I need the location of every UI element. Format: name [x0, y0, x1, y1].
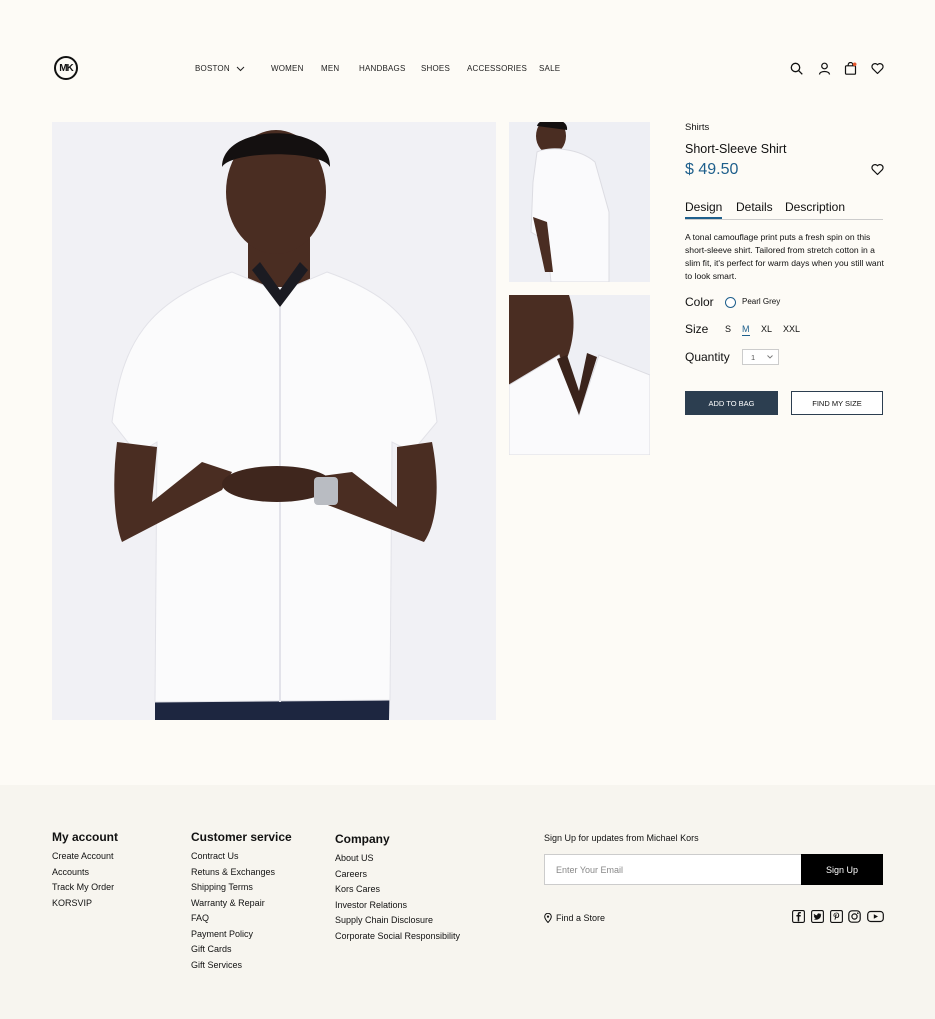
footer-company: Company About US Careers Kors Cares Inve…	[335, 832, 460, 946]
product-price: $ 49.50	[685, 161, 739, 178]
footer-link[interactable]: Warranty & Repair	[191, 898, 292, 914]
quantity-select[interactable]: 1	[742, 349, 779, 365]
footer-link[interactable]: About US	[335, 853, 460, 869]
footer-link[interactable]: Payment Policy	[191, 929, 292, 945]
bag-icon[interactable]	[844, 62, 857, 75]
twitter-icon[interactable]	[811, 910, 824, 923]
footer-link[interactable]: Create Account	[52, 851, 118, 867]
quantity-value: 1	[751, 353, 756, 362]
product-description: A tonal camouflage print puts a fresh sp…	[685, 232, 884, 281]
color-value: Pearl Grey	[742, 297, 781, 306]
footer-link[interactable]: Careers	[335, 869, 460, 885]
search-icon[interactable]	[790, 62, 803, 75]
footer-link[interactable]: Track My Order	[52, 882, 118, 898]
location-pin-icon	[544, 913, 552, 923]
footer-link[interactable]: Shipping Terms	[191, 882, 292, 898]
size-option-m[interactable]: M	[742, 324, 750, 336]
footer-link[interactable]: Gift Cards	[191, 944, 292, 960]
site-footer	[0, 785, 935, 1019]
footer-link[interactable]: Gift Services	[191, 960, 292, 976]
product-thumbnail-collar[interactable]	[509, 295, 650, 455]
color-label: Color	[685, 295, 714, 309]
footer-link[interactable]: Kors Cares	[335, 884, 460, 900]
product-main-image[interactable]	[52, 122, 496, 720]
model-photo	[52, 122, 496, 720]
tab-design[interactable]: Design	[685, 200, 723, 219]
quantity-label: Quantity	[685, 350, 730, 364]
city-label: BOSTON	[195, 64, 230, 73]
heart-icon[interactable]	[871, 163, 884, 176]
find-store-label: Find a Store	[556, 913, 606, 923]
footer-heading: Customer service	[191, 830, 292, 844]
footer-customer-service: Customer service Contract Us Retuns & Ex…	[191, 830, 292, 975]
thumbnail-photo	[509, 122, 650, 282]
footer-link[interactable]: Corporate Social Responsibility	[335, 931, 460, 947]
city-selector[interactable]: BOSTON	[195, 64, 245, 73]
product-category: Shirts	[685, 122, 710, 133]
nav-item-women[interactable]: WOMEN	[271, 64, 304, 73]
brand-logo[interactable]: MK	[54, 56, 78, 80]
product-name: Short-Sleeve Shirt	[685, 142, 787, 156]
tab-details[interactable]: Details	[736, 200, 773, 214]
chevron-down-icon	[767, 355, 773, 359]
chevron-down-icon	[236, 66, 245, 71]
size-option-xl[interactable]: XL	[761, 324, 772, 334]
tab-description[interactable]: Description	[785, 200, 845, 214]
facebook-icon[interactable]	[792, 910, 805, 923]
nav-item-accessories[interactable]: ACCESSORIES	[467, 64, 527, 73]
nav-item-shoes[interactable]: SHOES	[421, 64, 450, 73]
newsletter-email-input[interactable]	[544, 854, 802, 885]
size-option-xxl[interactable]: XXL	[783, 324, 800, 334]
nav-item-sale[interactable]: SALE	[539, 64, 560, 73]
youtube-icon[interactable]	[867, 910, 884, 923]
footer-link[interactable]: Contract Us	[191, 851, 292, 867]
find-store-link[interactable]: Find a Store	[544, 913, 605, 923]
thumbnail-photo	[509, 295, 650, 455]
footer-heading: My account	[52, 830, 119, 844]
product-tabs: Design Details Description	[685, 200, 883, 220]
newsletter-signup-button[interactable]: Sign Up	[801, 854, 883, 885]
footer-link[interactable]: Retuns & Exchanges	[191, 867, 292, 883]
brand-logo-text: MK	[59, 62, 74, 74]
footer-link[interactable]: FAQ	[191, 913, 292, 929]
footer-link[interactable]: KORSVIP	[52, 898, 118, 914]
account-icon[interactable]	[818, 62, 831, 75]
nav-item-men[interactable]: MEN	[321, 64, 339, 73]
footer-heading: Company	[335, 832, 390, 846]
add-to-bag-button[interactable]: ADD TO BAG	[685, 391, 778, 415]
pinterest-icon[interactable]	[830, 910, 843, 923]
color-swatch-pearl-grey[interactable]	[725, 297, 736, 308]
size-option-s[interactable]: S	[725, 324, 731, 334]
product-thumbnail-back[interactable]	[509, 122, 650, 282]
heart-icon[interactable]	[871, 62, 884, 75]
footer-link[interactable]: Accounts	[52, 867, 118, 883]
instagram-icon[interactable]	[848, 910, 861, 923]
footer-my-account: My account Create Account Accounts Track…	[52, 830, 118, 913]
find-my-size-button[interactable]: FIND MY SIZE	[791, 391, 883, 415]
newsletter-title: Sign Up for updates from Michael Kors	[544, 833, 699, 843]
size-label: Size	[685, 322, 709, 336]
footer-link[interactable]: Investor Relations	[335, 900, 460, 916]
footer-link[interactable]: Supply Chain Disclosure	[335, 915, 460, 931]
nav-item-handbags[interactable]: HANDBAGS	[359, 64, 406, 73]
